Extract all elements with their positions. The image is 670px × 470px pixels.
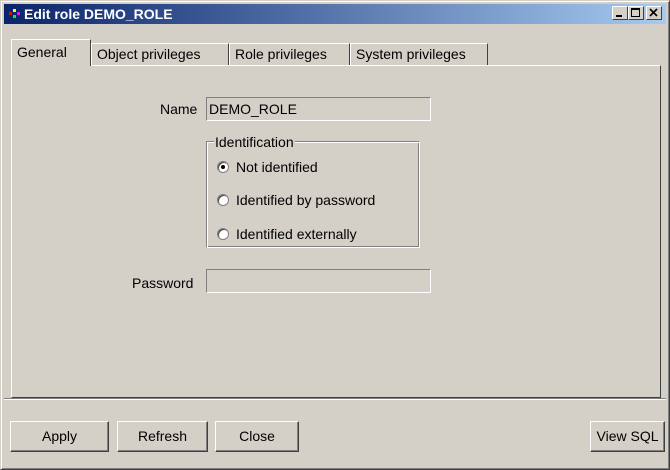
minimize-button[interactable] [612, 6, 628, 20]
view-sql-button[interactable]: View SQL [590, 421, 665, 452]
refresh-button[interactable]: Refresh [117, 421, 208, 452]
tab-role-privileges[interactable]: Role privileges [229, 43, 350, 65]
tab-label: System privileges [356, 46, 466, 62]
maximize-icon [631, 8, 640, 17]
tab-system-privileges[interactable]: System privileges [350, 43, 488, 65]
close-window-button[interactable] [646, 6, 662, 20]
window-title: Edit role DEMO_ROLE [24, 6, 173, 22]
tab-general[interactable]: General [11, 39, 91, 66]
close-icon [649, 8, 658, 17]
app-icon [9, 9, 20, 18]
tab-label: Object privileges [97, 46, 201, 62]
tab-strip: General Object privileges Role privilege… [11, 39, 661, 66]
button-area-separator [4, 398, 666, 400]
minimize-icon [616, 15, 622, 17]
title-bar[interactable]: Edit role DEMO_ROLE [4, 4, 666, 24]
close-button[interactable]: Close [215, 421, 299, 452]
edit-role-window: Edit role DEMO_ROLE General Object privi… [0, 0, 670, 470]
tab-object-privileges[interactable]: Object privileges [91, 43, 229, 65]
identification-legend: Identification [214, 134, 295, 150]
maximize-button[interactable] [628, 6, 644, 20]
apply-button[interactable]: Apply [10, 421, 109, 452]
tab-label: General [17, 44, 67, 60]
tab-label: Role privileges [235, 46, 327, 62]
general-tab-panel [11, 65, 661, 398]
